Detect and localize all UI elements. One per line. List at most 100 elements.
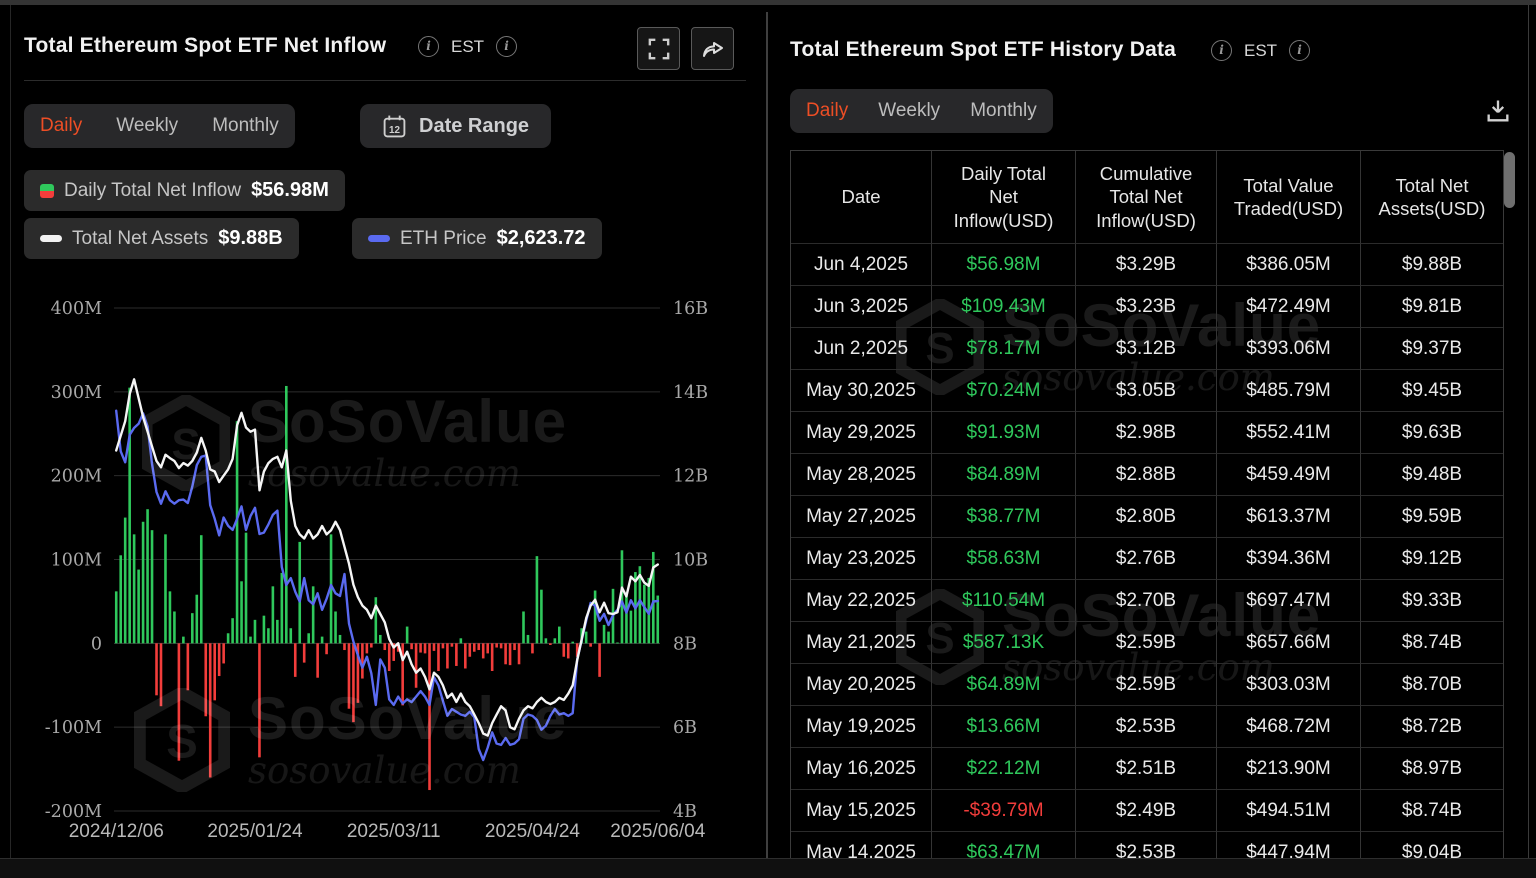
cumulative-cell: $2.49B xyxy=(1076,790,1217,832)
inflow-bar xyxy=(199,535,203,644)
traded-cell: $657.66M xyxy=(1217,622,1361,664)
table-row[interactable]: May 19,2025 $13.66M $2.53B $468.72M $8.72B xyxy=(791,706,1503,748)
table-panel-title: Total Ethereum Spot ETF History Data xyxy=(790,38,1177,61)
inflow-bar xyxy=(293,643,297,677)
table-row[interactable]: May 15,2025 -$39.79M $2.49B $494.51M $8.74B xyxy=(791,790,1503,832)
eth-price-line xyxy=(114,409,659,762)
table-row[interactable]: Jun 3,2025 $109.43M $3.23B $472.49M $9.81B xyxy=(791,286,1503,328)
assets-cell: $9.88B xyxy=(1361,244,1503,286)
inflow-bar xyxy=(437,643,440,671)
inflow-bar xyxy=(472,643,476,652)
tab-daily[interactable]: Daily xyxy=(40,115,82,137)
info-icon[interactable]: i xyxy=(418,36,439,57)
inflow-bar xyxy=(119,555,123,644)
traded-cell: $472.49M xyxy=(1217,286,1361,328)
table-row[interactable]: May 28,2025 $84.89M $2.88B $459.49M $9.48B xyxy=(791,454,1503,496)
inflow-bar xyxy=(195,594,199,644)
x-axis-tick: 2025/03/11 xyxy=(347,821,441,842)
tab-weekly[interactable]: Weekly xyxy=(878,100,940,122)
inflow-bar xyxy=(625,593,628,644)
date-cell: May 22,2025 xyxy=(791,580,932,622)
inflow-bar xyxy=(159,643,163,707)
table-row[interactable]: May 27,2025 $38.77M $2.80B $613.37M $9.59B xyxy=(791,496,1503,538)
cumulative-cell: $2.51B xyxy=(1076,748,1217,790)
assets-cell: $8.70B xyxy=(1361,664,1503,706)
info-icon[interactable]: i xyxy=(1289,40,1311,61)
legend-assets[interactable]: Total Net Assets $9.88B xyxy=(24,218,299,259)
legend-inflow-value: $56.98M xyxy=(251,179,329,201)
assets-cell: $8.97B xyxy=(1361,748,1503,790)
date-cell: May 28,2025 xyxy=(791,454,932,496)
date-range-button[interactable]: 12 Date Range xyxy=(360,104,552,148)
inflow-cell: $64.89M xyxy=(932,664,1076,706)
inflow-bar xyxy=(616,642,619,644)
table-row[interactable]: May 30,2025 $70.24M $3.05B $485.79M $9.45B xyxy=(791,370,1503,412)
inflow-bar xyxy=(517,643,521,665)
inflow-bar xyxy=(231,618,234,644)
tab-monthly[interactable]: Monthly xyxy=(970,100,1037,122)
cumulative-cell: $3.05B xyxy=(1076,370,1217,412)
inflow-bar xyxy=(334,611,337,644)
download-button[interactable] xyxy=(1482,95,1514,127)
inflow-bar xyxy=(168,591,172,644)
inflow-cell: $38.77M xyxy=(932,496,1076,538)
table-row[interactable]: May 22,2025 $110.54M $2.70B $697.47M $9.33B xyxy=(791,580,1503,622)
inflow-bar xyxy=(311,586,315,644)
y-axis-tick-left: 100M xyxy=(51,551,102,571)
share-button[interactable] xyxy=(691,27,734,70)
traded-cell: $394.36M xyxy=(1217,538,1361,580)
inflow-bar xyxy=(137,569,140,644)
legend-inflow[interactable]: Daily Total Net Inflow $56.98M xyxy=(24,170,345,211)
inflow-bar xyxy=(276,619,279,644)
inflow-bar xyxy=(522,611,525,644)
history-data-table[interactable]: Date Daily Total Net Inflow(USD) Cumulative T… xyxy=(790,150,1504,874)
legend-eth-label: ETH Price xyxy=(400,227,487,249)
tab-weekly[interactable]: Weekly xyxy=(116,115,178,137)
inflow-bar xyxy=(213,643,216,701)
tab-daily[interactable]: Daily xyxy=(806,100,848,122)
inflow-bar xyxy=(235,421,239,644)
inflow-bar xyxy=(253,619,257,644)
traded-cell: $494.51M xyxy=(1217,790,1361,832)
fullscreen-button[interactable] xyxy=(637,27,680,70)
eth-swatch-icon xyxy=(368,235,390,242)
inflow-bar xyxy=(544,638,548,644)
inflow-bar xyxy=(504,643,507,665)
inflow-bar xyxy=(258,643,261,758)
inflow-bar xyxy=(464,643,467,669)
tab-monthly[interactable]: Monthly xyxy=(212,115,279,137)
table-row[interactable]: May 29,2025 $91.93M $2.98B $552.41M $9.63B xyxy=(791,412,1503,454)
inflow-cell: $110.54M xyxy=(932,580,1076,622)
table-row[interactable]: Jun 2,2025 $78.17M $3.12B $393.06M $9.37B xyxy=(791,328,1503,370)
net-inflow-chart[interactable]: 400M 16B 300M 14B 200M 12B 100M 10B 0 8B -100M 6B -2… xyxy=(14,292,754,852)
info-icon[interactable]: i xyxy=(496,36,518,57)
inflow-bar xyxy=(343,643,346,651)
inflow-bar xyxy=(481,643,485,659)
inflow-bar xyxy=(155,643,158,696)
inflow-bar xyxy=(656,595,660,644)
info-icon[interactable]: i xyxy=(1211,40,1232,61)
date-cell: May 27,2025 xyxy=(791,496,932,538)
inflow-cell: $78.17M xyxy=(932,328,1076,370)
table-row[interactable]: May 16,2025 $22.12M $2.51B $213.90M $8.97B xyxy=(791,748,1503,790)
legend-eth-price[interactable]: ETH Price $2,623.72 xyxy=(352,218,602,259)
table-row[interactable]: May 20,2025 $64.89M $2.59B $303.03M $8.70B xyxy=(791,664,1503,706)
column-header: Total Net Assets(USD) xyxy=(1361,151,1503,244)
calendar-icon: 12 xyxy=(383,115,406,137)
inflow-bar xyxy=(486,643,489,654)
table-row[interactable]: Jun 4,2025 $56.98M $3.29B $386.05M $9.88B xyxy=(791,244,1503,286)
table-row[interactable]: May 23,2025 $58.63M $2.76B $394.36M $9.12B xyxy=(791,538,1503,580)
inflow-bar xyxy=(325,643,328,655)
table-scrollbar-thumb[interactable] xyxy=(1504,152,1515,208)
table-row[interactable]: May 21,2025 $587.13K $2.59B $657.66M $8.74B xyxy=(791,622,1503,664)
inflow-bar xyxy=(226,633,230,644)
top-strip xyxy=(0,0,1536,5)
traded-cell: $213.90M xyxy=(1217,748,1361,790)
traded-cell: $485.79M xyxy=(1217,370,1361,412)
chart-panel-title: Total Ethereum Spot ETF Net Inflow xyxy=(24,34,387,57)
assets-swatch-icon xyxy=(40,235,62,242)
fullscreen-icon xyxy=(648,38,669,59)
cumulative-cell: $2.98B xyxy=(1076,412,1217,454)
inflow-bar xyxy=(132,534,136,644)
y-axis-tick-right: 8B xyxy=(673,634,697,654)
